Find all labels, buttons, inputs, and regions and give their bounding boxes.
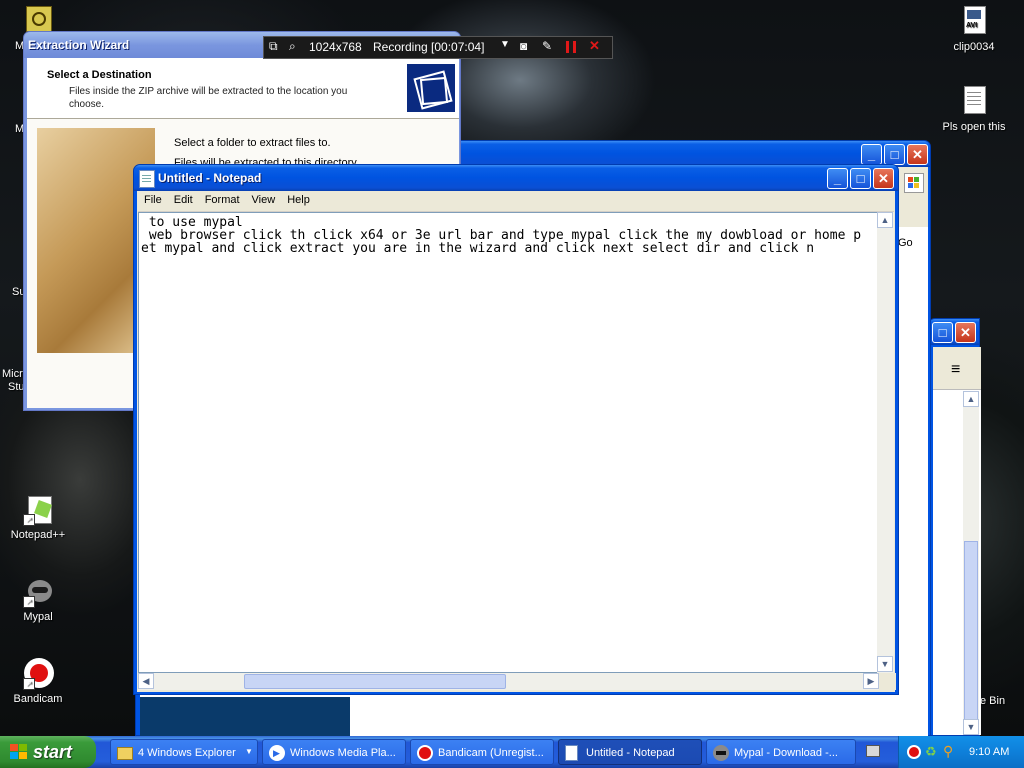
- text-file-icon: [958, 86, 990, 118]
- avi-file-icon: AVI: [958, 6, 990, 38]
- close-button[interactable]: ✕: [873, 168, 894, 189]
- folder-icon: [117, 747, 133, 760]
- taskbar-item-windows-explorer[interactable]: 4 Windows Explorer ▼: [110, 739, 258, 765]
- pencil-icon[interactable]: ✎: [542, 39, 552, 53]
- notepad-icon: [565, 745, 578, 761]
- clock: 9:10 AM: [969, 746, 1010, 758]
- chevron-down-icon: ▼: [245, 747, 253, 756]
- wizard-heading: Select a Destination: [47, 69, 152, 81]
- menu-file[interactable]: File: [138, 191, 168, 206]
- menu-view[interactable]: View: [246, 191, 282, 206]
- background-browser-window[interactable]: □ ✕ ≡ ▲ ▼: [928, 318, 981, 736]
- scroll-up-button[interactable]: ▲: [877, 212, 893, 228]
- wizard-subheading: Files inside the ZIP archive will be ext…: [69, 86, 348, 110]
- scroll-up-button[interactable]: ▲: [963, 391, 979, 407]
- desktop-icon-label: Mypal: [23, 611, 53, 623]
- maximize-button[interactable]: □: [850, 168, 871, 189]
- menu-bar: File Edit Format View Help: [138, 191, 894, 212]
- scroll-thumb[interactable]: [964, 541, 978, 721]
- window-select-icon[interactable]: ⧉: [269, 39, 278, 54]
- desktop-icon-bandicam[interactable]: ↗ Bandicam: [0, 658, 78, 705]
- taskbar-item-bandicam[interactable]: Bandicam (Unregist...: [410, 739, 554, 765]
- text-editor[interactable]: to use mypal web browser click th click …: [138, 212, 879, 673]
- horizontal-scrollbar[interactable]: ◀ ▶: [138, 673, 879, 690]
- maximize-button[interactable]: □: [932, 322, 953, 343]
- close-button[interactable]: ✕: [907, 144, 928, 165]
- desktop-icon-label-partial: e Bin: [980, 695, 1006, 707]
- go-button[interactable]: Go: [898, 237, 913, 249]
- windows-logo-icon: [904, 173, 924, 193]
- desktop-icon-clip0034[interactable]: AVI clip0034: [934, 6, 1014, 53]
- vertical-scrollbar[interactable]: ▲ ▼: [877, 212, 894, 673]
- wizard-instruction: Select a folder to extract files to.: [174, 137, 331, 149]
- pause-icon[interactable]: [566, 41, 576, 53]
- scroll-left-button[interactable]: ◀: [138, 673, 154, 689]
- page-banner: [140, 697, 350, 737]
- close-button[interactable]: ✕: [955, 322, 976, 343]
- scroll-right-button[interactable]: ▶: [863, 673, 879, 689]
- desktop-icon-mypal[interactable]: ↗ Mypal: [0, 576, 78, 623]
- menu-icon[interactable]: ≡: [951, 361, 960, 379]
- keyboard-icon[interactable]: [866, 745, 880, 757]
- scroll-thumb[interactable]: [244, 674, 506, 689]
- network-tray-icon[interactable]: ♻: [925, 744, 937, 760]
- desktop-icon-notepadpp[interactable]: ↗ Notepad++: [0, 494, 78, 541]
- menu-edit[interactable]: Edit: [168, 191, 199, 206]
- bandicam-recording-bar[interactable]: ⧉ ⌕ 1024x768 Recording [00:07:04] ▼ ◙ ✎ …: [263, 36, 613, 59]
- camera-icon[interactable]: ◙: [520, 39, 527, 53]
- windows-flag-icon: [10, 744, 28, 760]
- desktop-icon-label: Bandicam: [13, 693, 63, 705]
- recording-resolution: 1024x768: [309, 40, 362, 54]
- taskbar-item-mypal[interactable]: Mypal - Download -...: [706, 739, 856, 765]
- bandicam-tray-icon[interactable]: [907, 745, 921, 759]
- start-button[interactable]: start: [0, 736, 96, 768]
- minimize-button[interactable]: _: [861, 144, 882, 165]
- notepad-window[interactable]: Untitled - Notepad _ □ ✕ File Edit Format V…: [133, 164, 899, 695]
- system-tray: ♻ ⚲ 9:10 AM: [898, 736, 1024, 768]
- folder-documents-icon: [407, 64, 455, 112]
- notepadpp-icon: ↗: [22, 494, 54, 526]
- menu-format[interactable]: Format: [199, 191, 246, 206]
- maximize-button[interactable]: □: [884, 144, 905, 165]
- window-title: Extraction Wizard: [28, 38, 130, 52]
- search-icon[interactable]: ⌕: [289, 39, 296, 54]
- media-player-icon: ▶: [269, 745, 285, 761]
- desktop-icon-label: Notepad++: [10, 529, 66, 541]
- start-label: start: [33, 742, 73, 762]
- vertical-scrollbar[interactable]: ▲ ▼: [963, 391, 979, 735]
- taskbar-item-media-player[interactable]: ▶ Windows Media Pla...: [262, 739, 406, 765]
- mypal-icon: [713, 745, 729, 761]
- stop-icon[interactable]: ✕: [589, 38, 600, 54]
- scroll-down-button[interactable]: ▼: [877, 656, 893, 672]
- menu-help[interactable]: Help: [281, 191, 316, 206]
- dropdown-icon[interactable]: ▼: [500, 39, 510, 50]
- bandicam-record-icon: ↗: [22, 658, 54, 690]
- desktop-icon-label: clip0034: [953, 41, 995, 53]
- window-title: Untitled - Notepad: [158, 171, 262, 185]
- desktop-icon-pls-open-this[interactable]: Pls open this: [934, 86, 1014, 133]
- taskbar: start 4 Windows Explorer ▼ ▶ Windows Med…: [0, 736, 1024, 768]
- bandicam-icon: [417, 745, 433, 761]
- size-grip[interactable]: [879, 673, 896, 690]
- search-tray-icon[interactable]: ⚲: [943, 743, 953, 760]
- minimize-button[interactable]: _: [827, 168, 848, 189]
- notepad-icon: [139, 170, 155, 188]
- scroll-down-button[interactable]: ▼: [963, 719, 979, 735]
- recording-status: Recording [00:07:04]: [373, 40, 485, 54]
- taskbar-item-notepad[interactable]: Untitled - Notepad: [558, 739, 702, 765]
- mypal-raccoon-icon: ↗: [22, 576, 54, 608]
- desktop-icon-label: Pls open this: [942, 121, 1006, 133]
